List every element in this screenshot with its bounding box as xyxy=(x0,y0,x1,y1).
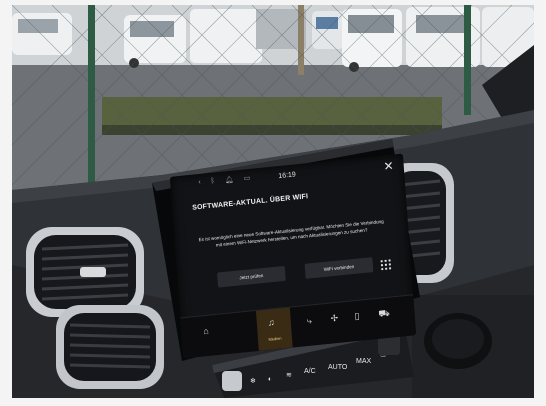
close-icon[interactable]: ✕ xyxy=(383,159,394,174)
hvac-icon[interactable]: ⤷ xyxy=(306,315,312,326)
cupholder xyxy=(412,295,534,398)
dialog-body: Es ist womöglich eine neue Software-Aktu… xyxy=(198,218,384,248)
svg-text:≋: ≋ xyxy=(286,372,292,379)
photo: ❄ ◐ ≋ A/C AUTO MAX ♨ ‹ ᛒ 🔔︎ ▭ 16:19 ✕ SOFTW… xyxy=(12,5,534,398)
car-icon[interactable]: ⛟ xyxy=(378,308,390,321)
fan-icon[interactable]: ✢ xyxy=(330,313,338,325)
home-icon[interactable]: ⌂ xyxy=(203,326,209,337)
left-vent-upper xyxy=(26,227,144,317)
apps-grid-icon[interactable] xyxy=(380,259,392,271)
svg-text:❄: ❄ xyxy=(250,377,256,385)
nav-media-tab[interactable]: ♫ Medien xyxy=(255,307,293,351)
svg-text:MAX: MAX xyxy=(356,358,372,365)
left-vent-lower xyxy=(56,305,164,389)
wifi-connect-button[interactable]: WiFi verbinden xyxy=(304,257,374,279)
infotainment-screen: ‹ ᛒ 🔔︎ ▭ 16:19 ✕ SOFTWARE-AKTUAL. ÜBER W… xyxy=(169,153,417,359)
svg-text:A/C: A/C xyxy=(304,368,316,375)
nav-media-label: Medien xyxy=(268,335,282,342)
music-note-icon: ♫ xyxy=(267,317,275,328)
check-now-button[interactable]: Jetzt prüfen xyxy=(217,265,286,288)
phone-nav-icon[interactable]: ▯ xyxy=(354,311,360,322)
dialog-title: SOFTWARE-AKTUAL. ÜBER WIFI xyxy=(191,193,309,212)
hedge-shadow xyxy=(102,125,442,135)
clock: 16:19 xyxy=(278,170,297,180)
svg-text:◐: ◐ xyxy=(268,376,272,383)
svg-text:AUTO: AUTO xyxy=(328,364,348,371)
